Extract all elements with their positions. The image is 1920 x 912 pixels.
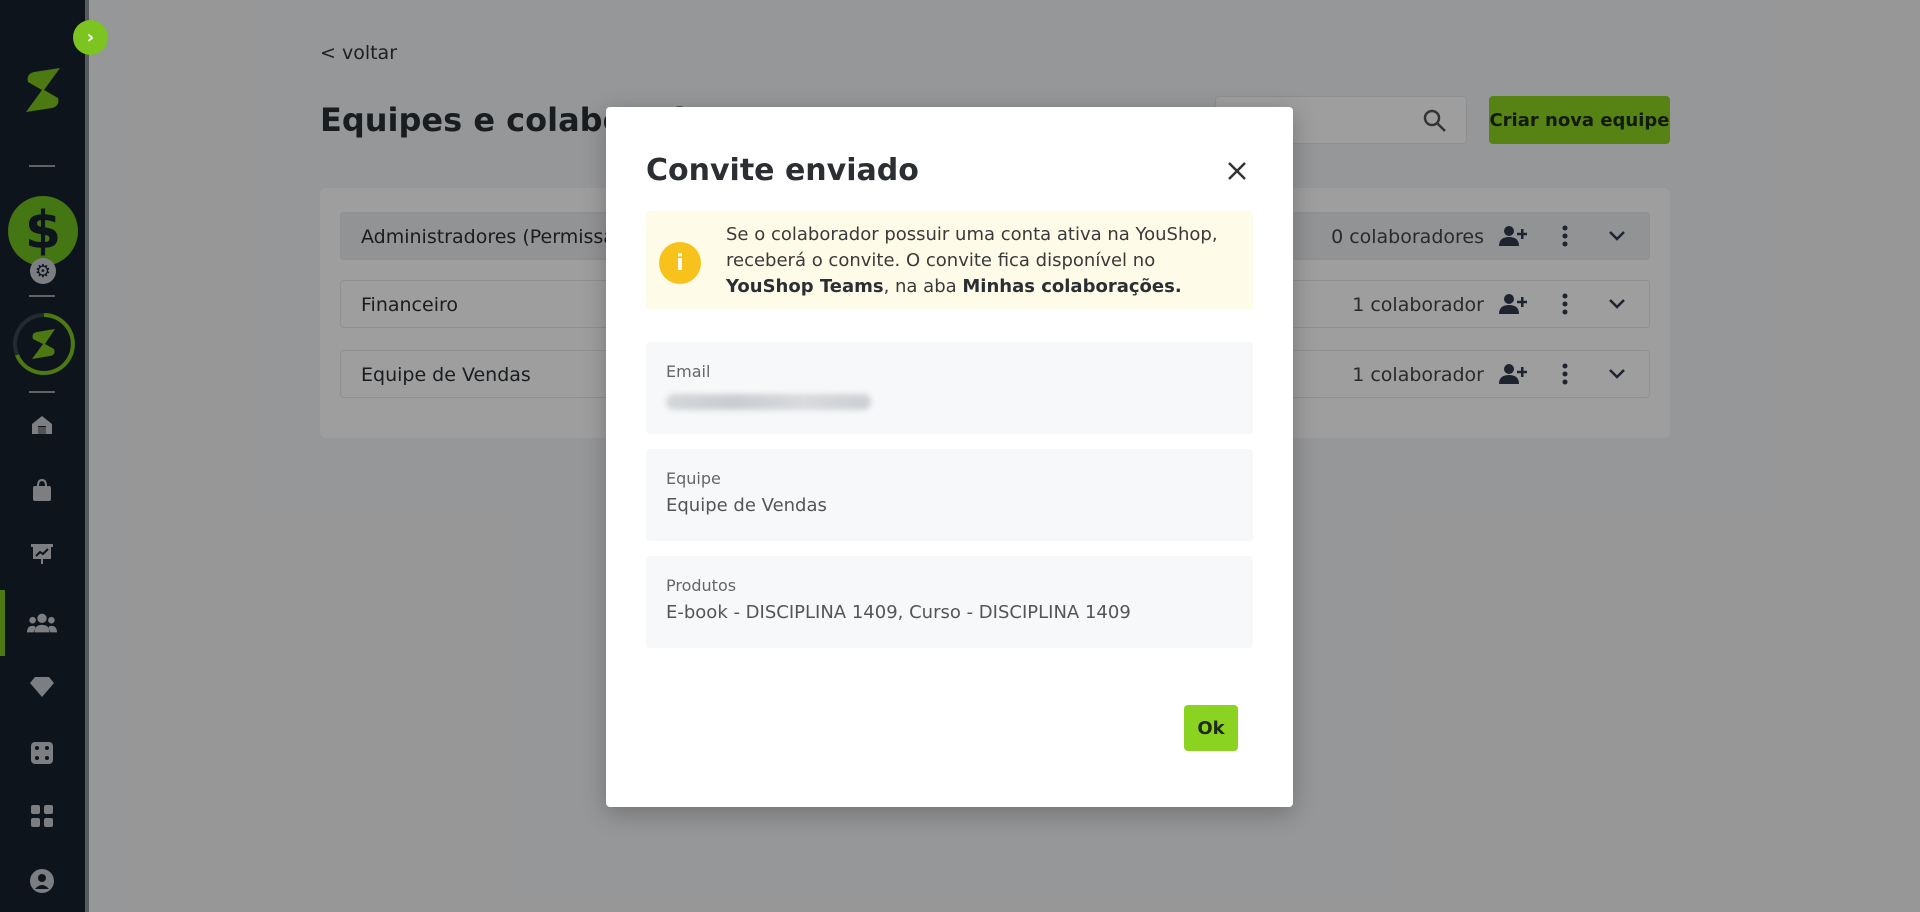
email-label: Email	[666, 362, 711, 381]
ok-button[interactable]: Ok	[1184, 705, 1238, 751]
sidebar-toggle-button[interactable]: ›	[73, 20, 108, 55]
dialog-title: Convite enviado	[646, 153, 919, 188]
alert-message: Se o colaborador possuir uma conta ativa…	[726, 224, 1218, 297]
email-value-redacted	[666, 394, 871, 410]
close-button[interactable]	[1221, 155, 1253, 187]
info-alert: i Se o colaborador possuir uma conta ati…	[646, 211, 1253, 309]
close-icon	[1228, 162, 1246, 180]
products-value: E-book - DISCIPLINA 1409, Curso - DISCIP…	[666, 602, 1131, 623]
products-field: Produtos E-book - DISCIPLINA 1409, Curso…	[646, 556, 1253, 648]
info-icon: i	[659, 242, 701, 284]
team-value: Equipe de Vendas	[666, 495, 827, 516]
products-label: Produtos	[666, 576, 737, 595]
team-label: Equipe	[666, 469, 721, 488]
email-field: Email	[646, 342, 1253, 434]
invite-sent-dialog: Convite enviado i Se o colaborador possu…	[606, 107, 1293, 807]
team-field: Equipe Equipe de Vendas	[646, 449, 1253, 541]
